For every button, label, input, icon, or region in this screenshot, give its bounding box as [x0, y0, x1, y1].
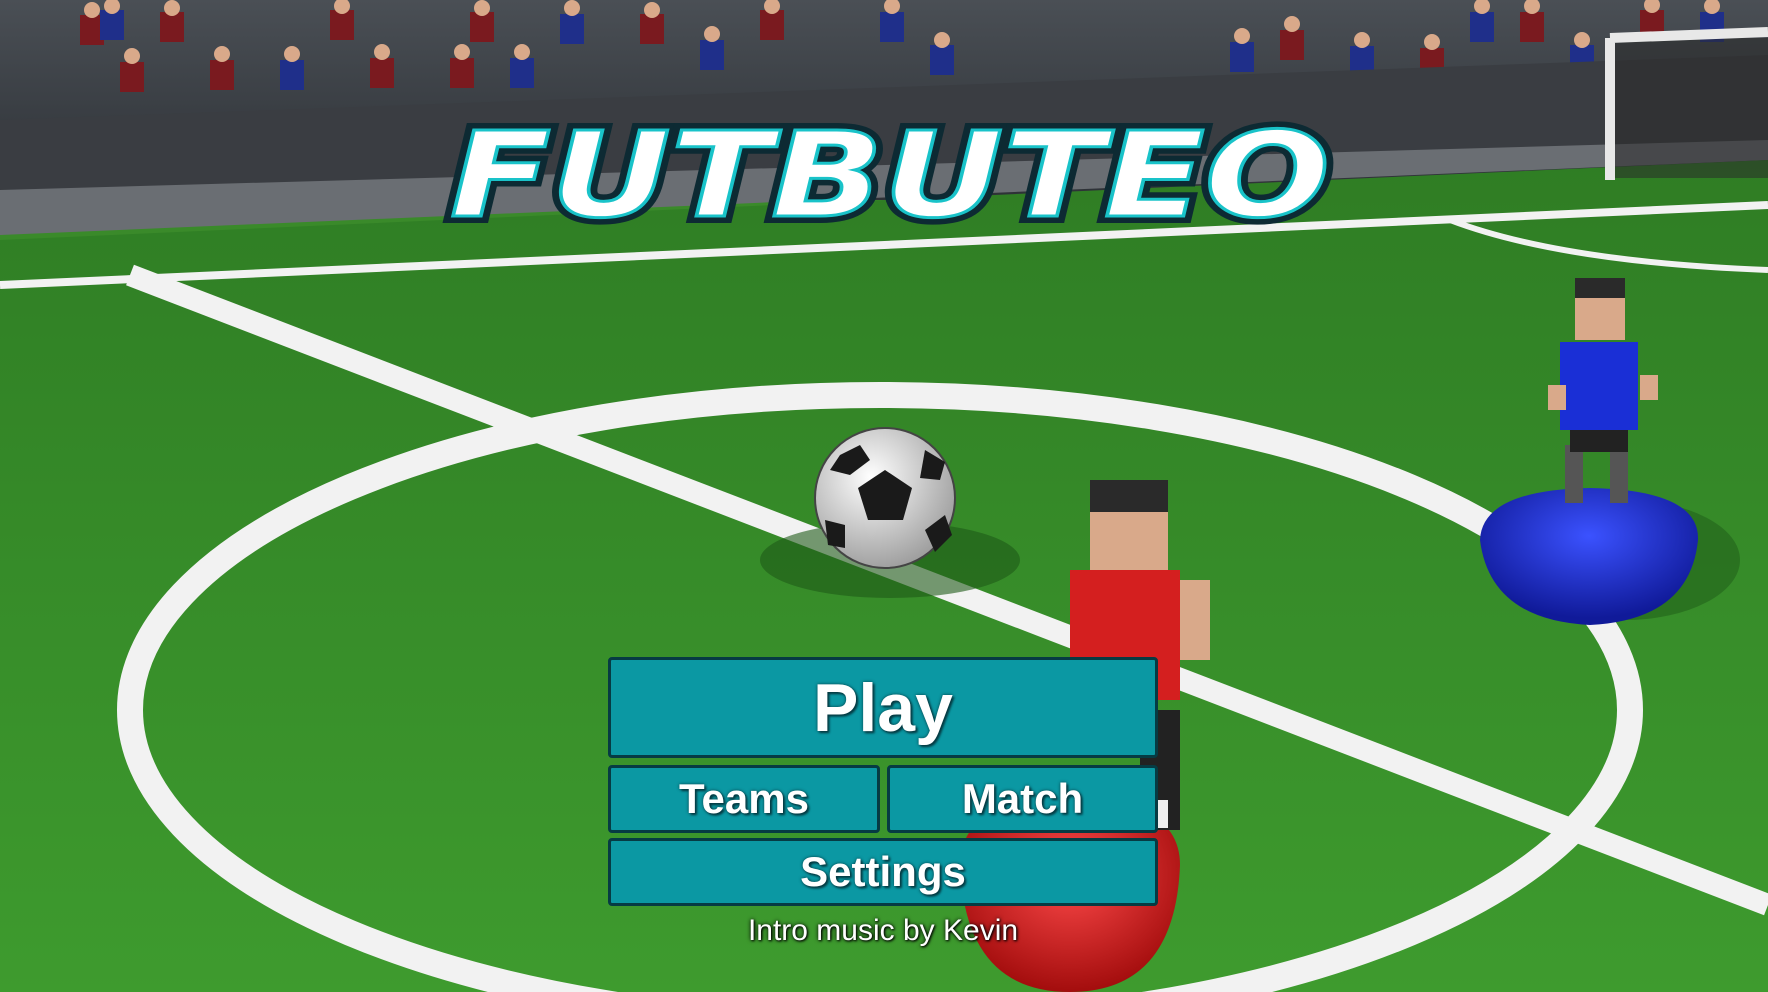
- play-button[interactable]: Play: [608, 657, 1158, 758]
- settings-button[interactable]: Settings: [608, 838, 1158, 906]
- game-logo: FUTBUTEO FUTBUTEO: [440, 99, 1340, 251]
- soccer-ball: [814, 427, 956, 569]
- svg-text:FUTBUTEO: FUTBUTEO: [450, 118, 1330, 233]
- goal: [1605, 27, 1768, 180]
- teams-button[interactable]: Teams: [608, 765, 880, 833]
- music-credit: Intro music by Kevin: [747, 914, 1019, 947]
- match-button[interactable]: Match: [887, 765, 1158, 833]
